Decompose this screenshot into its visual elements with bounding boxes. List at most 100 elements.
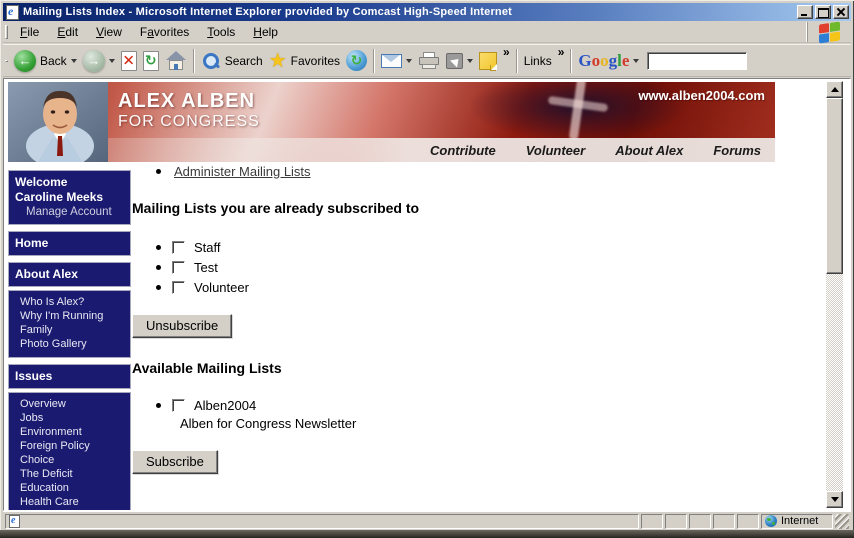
sidebar-link[interactable]: Photo Gallery [20, 337, 126, 351]
home-button[interactable] [162, 49, 190, 73]
window-bottom-edge [0, 530, 854, 538]
security-zone-pane: Internet [761, 513, 833, 529]
resize-grip[interactable] [835, 514, 849, 529]
toolbar: ← Back → ✕ ↻ Search ★ Favorites ↻ » Link… [3, 44, 851, 77]
google-logo-letter: G [578, 50, 592, 70]
mailing-list-checkbox[interactable] [172, 398, 185, 412]
mailing-list-label: Volunteer [194, 279, 249, 295]
toolbar-separator [192, 48, 195, 73]
mailing-list-row: Test [156, 257, 712, 277]
banner-nav-link[interactable]: About Alex [615, 143, 683, 158]
status-pane [737, 513, 759, 529]
menu-items: File Edit View Favorites Tools Help [11, 22, 287, 42]
administer-mailing-lists-link[interactable]: Administer Mailing Lists [174, 164, 311, 179]
mail-dropdown-icon[interactable] [406, 58, 413, 63]
candidate-name-line2: FOR CONGRESS [118, 113, 260, 130]
available-heading: Available Mailing Lists [132, 360, 282, 376]
sidebar: Welcome Caroline Meeks Manage Account Ho… [8, 170, 131, 510]
scrollbar-thumb[interactable] [826, 98, 843, 274]
back-button[interactable]: ← Back [11, 48, 80, 74]
scroll-down-button[interactable] [826, 491, 843, 508]
google-toolbar-button[interactable]: Google [575, 49, 642, 73]
stop-icon: ✕ [120, 50, 137, 71]
mailing-list-checkbox[interactable] [172, 240, 185, 254]
banner-nav-link[interactable]: Contribute [430, 143, 496, 158]
available-list-item: Alben2004 Alben for Congress Newsletter [132, 395, 712, 432]
menu-item[interactable]: Favorites [131, 22, 198, 42]
discuss-button[interactable] [476, 50, 500, 72]
mailing-list-checkbox[interactable] [172, 260, 185, 274]
history-icon [346, 50, 368, 71]
menu-item[interactable]: View [87, 22, 131, 42]
scroll-up-button[interactable] [826, 81, 843, 98]
toolbar-overflow-chevron[interactable]: » [500, 45, 513, 59]
history-button[interactable] [343, 48, 370, 73]
links-label: Links [523, 53, 552, 68]
list-bullet [156, 244, 161, 250]
sidebar-link[interactable]: Health Care [20, 495, 126, 509]
google-logo-letter: e [621, 50, 630, 70]
browser-viewport: ALEX ALBEN FOR CONGRESS www.alben2004.co… [3, 78, 851, 511]
minimize-button[interactable] [797, 5, 813, 19]
maximize-button[interactable] [815, 5, 831, 19]
issues-label: Issues [15, 369, 53, 383]
ie-app-icon[interactable] [6, 4, 19, 20]
banner-nav: Contribute Volunteer About Alex Forums [108, 138, 775, 162]
forward-button[interactable]: → [80, 48, 118, 74]
sidebar-header-issues[interactable]: Issues [8, 364, 131, 389]
close-button[interactable] [833, 5, 849, 19]
menu-item[interactable]: Help [244, 22, 287, 42]
mailing-list-checkbox[interactable] [172, 280, 185, 294]
candidate-name: ALEX ALBEN FOR CONGRESS [118, 90, 260, 131]
sidebar-item-home[interactable]: Home [8, 231, 131, 256]
toolbar-separator [515, 48, 518, 73]
sidebar-link[interactable]: Who Is Alex? [20, 295, 126, 309]
sidebar-about-items: Who Is Alex? Why I'm Running Family Photo G… [8, 290, 131, 358]
sidebar-link[interactable]: Why I'm Running [20, 309, 126, 323]
menu-grip-handle[interactable] [5, 25, 8, 39]
list-bullet [156, 284, 161, 290]
unsubscribe-button[interactable]: Unsubscribe [132, 314, 233, 338]
print-button[interactable] [415, 50, 443, 72]
page-icon [9, 514, 20, 528]
mailing-list-row: Volunteer [156, 277, 712, 297]
stop-button[interactable]: ✕ [118, 49, 140, 73]
subscribed-mailing-lists: Staff Test Volunteer [132, 237, 712, 297]
sidebar-link[interactable]: Environment [20, 425, 126, 439]
sidebar-link[interactable]: Education [20, 481, 126, 495]
home-label: Home [15, 236, 49, 250]
user-name: Caroline Meeks [15, 190, 104, 204]
banner-nav-link[interactable]: Volunteer [526, 143, 585, 158]
menu-item[interactable]: Tools [198, 22, 244, 42]
google-search-input[interactable] [647, 51, 748, 70]
favorites-label: Favorites [290, 53, 341, 68]
sidebar-link[interactable]: Family [20, 323, 126, 337]
edit-dropdown-icon[interactable] [467, 58, 474, 63]
sidebar-issues-items: Overview Jobs Environment Foreign Policy Cho… [8, 392, 131, 510]
forward-dropdown-icon[interactable] [108, 58, 115, 63]
search-button[interactable]: Search [198, 49, 266, 73]
links-overflow-chevron[interactable]: » [555, 45, 568, 59]
edit-button[interactable] [443, 51, 476, 71]
sidebar-link[interactable]: Jobs [20, 411, 126, 425]
subscribe-button[interactable]: Subscribe [132, 450, 218, 474]
forward-icon: → [82, 49, 105, 72]
links-bar[interactable]: Links [521, 52, 555, 70]
manage-account-link[interactable]: Manage Account [15, 205, 124, 220]
sidebar-link[interactable]: Foreign Policy [20, 439, 126, 453]
menu-item[interactable]: File [11, 22, 48, 42]
about-alex-label: About Alex [15, 267, 78, 281]
menu-item[interactable]: Edit [48, 22, 87, 42]
sidebar-header-about-alex[interactable]: About Alex [8, 262, 131, 287]
vertical-scrollbar[interactable] [826, 81, 843, 508]
sidebar-link[interactable]: The Deficit [20, 467, 126, 481]
sidebar-link[interactable]: Choice [20, 453, 126, 467]
refresh-button[interactable]: ↻ [140, 49, 162, 73]
banner-nav-link[interactable]: Forums [713, 143, 761, 158]
sidebar-link[interactable]: Overview [20, 397, 126, 411]
google-dropdown-icon[interactable] [633, 58, 640, 63]
mail-button[interactable] [378, 52, 415, 70]
toolbar-grip-handle[interactable] [5, 59, 8, 62]
back-dropdown-icon[interactable] [70, 58, 77, 63]
favorites-button[interactable]: ★ Favorites [266, 49, 343, 73]
